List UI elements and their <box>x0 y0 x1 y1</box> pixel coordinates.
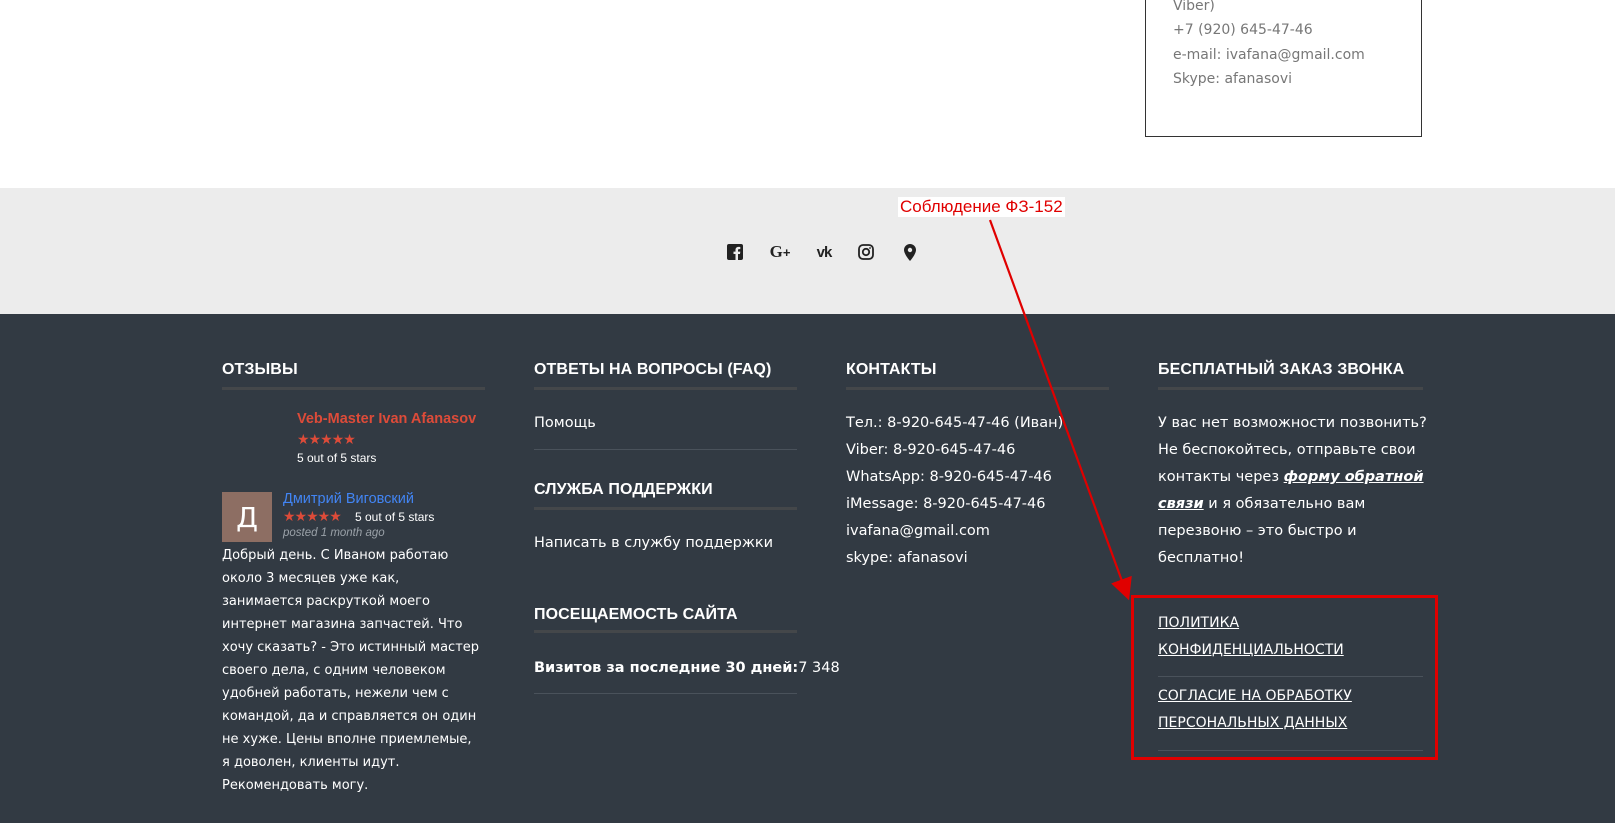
annotation-arrow <box>988 219 1132 601</box>
